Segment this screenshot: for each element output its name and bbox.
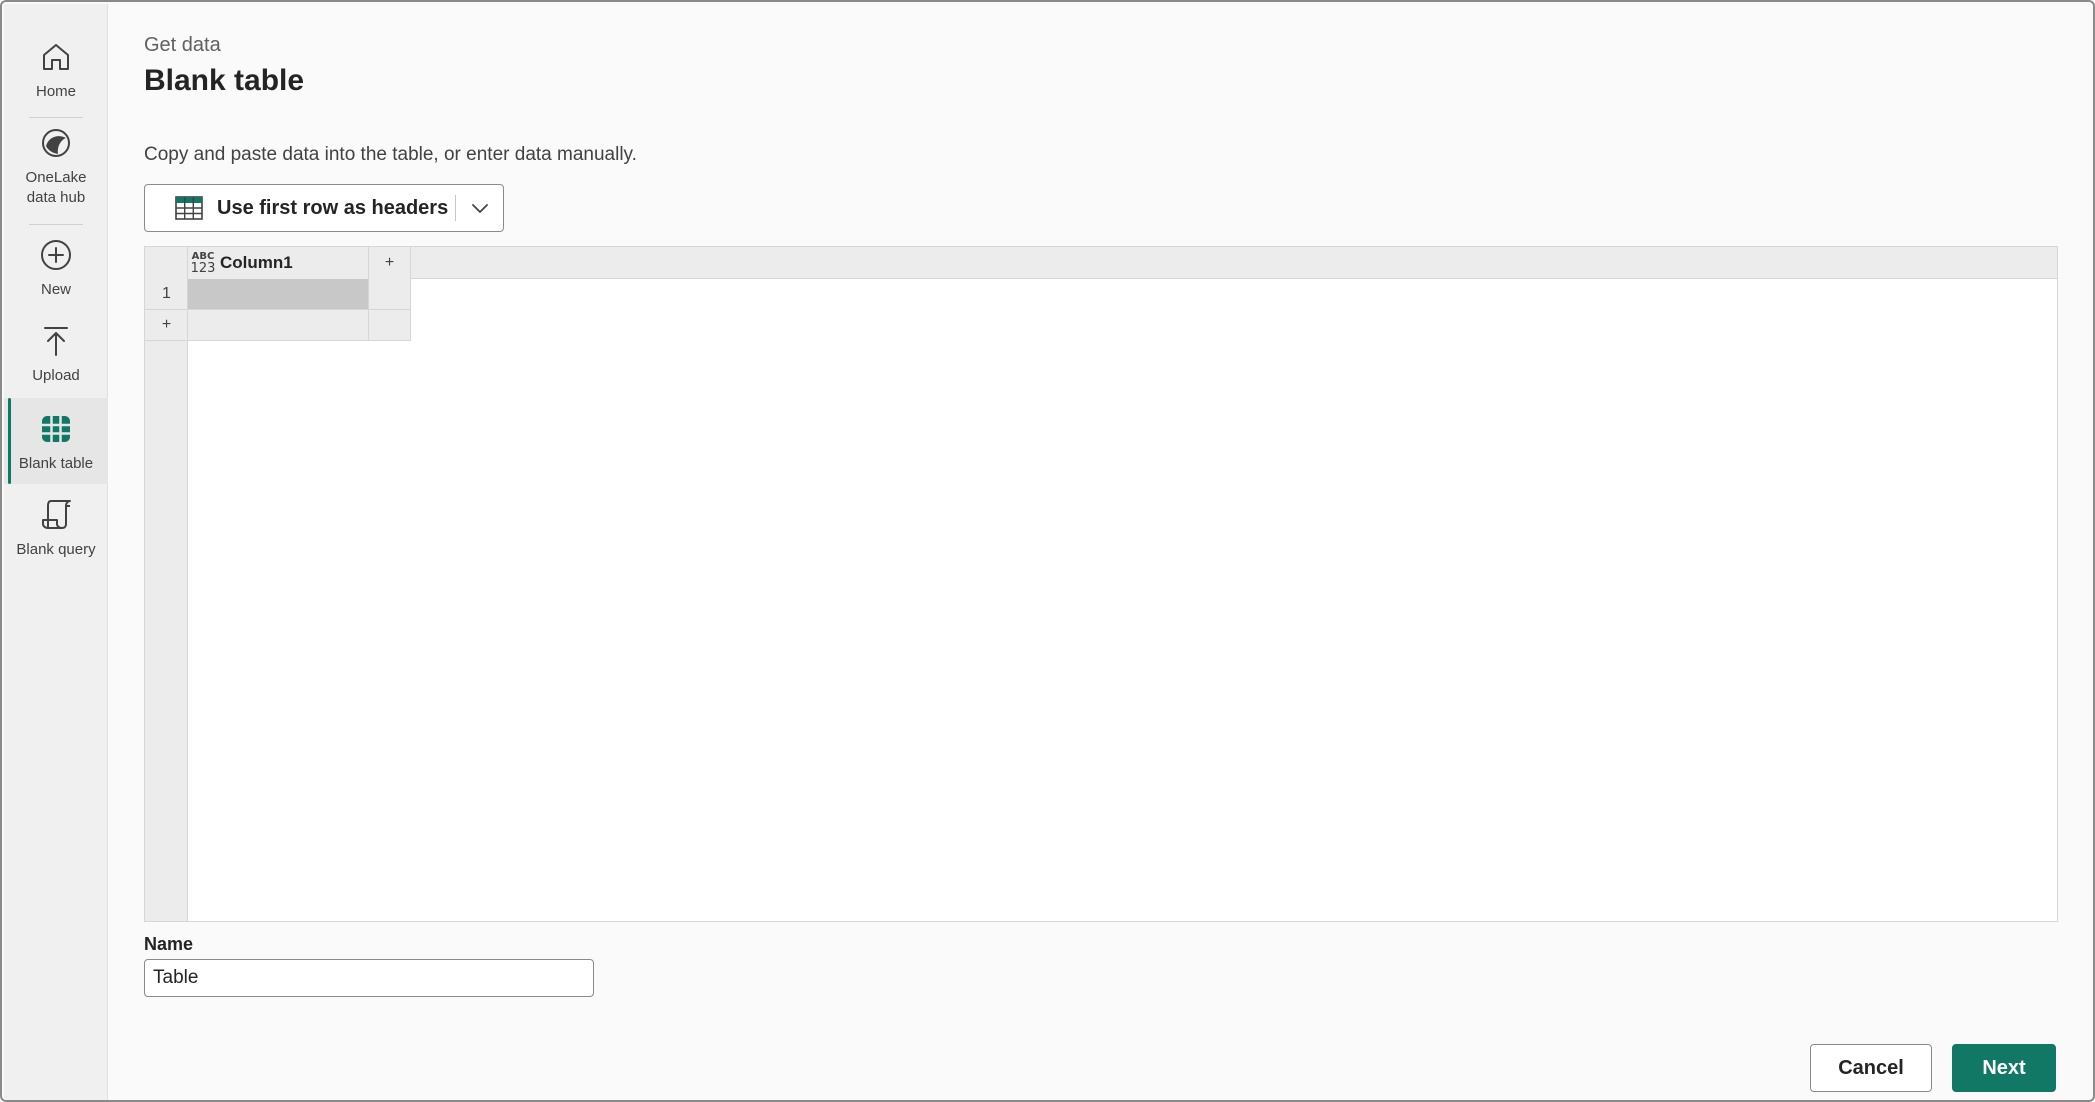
sidebar-item-label: Upload [32,367,80,384]
sidebar-item-onelake[interactable]: OneLake data hub [4,126,108,218]
sidebar-item-label: Blank table [18,455,94,472]
headers-split-button: Use first row as headers [144,184,504,232]
cancel-button[interactable]: Cancel [1810,1044,1932,1092]
sidebar-item-home[interactable]: Home [4,40,108,112]
column-header[interactable]: ABC 123 Column1 [188,247,369,279]
add-row-button[interactable]: + [145,310,188,341]
breadcrumb: Get data [144,34,221,56]
sidebar: Home OneLake data hub New Upload Blank t… [4,4,108,1100]
sidebar-item-new[interactable]: New [4,238,108,310]
sidebar-item-label: Blank query [16,541,96,558]
instructions-text: Copy and paste data into the table, or e… [144,144,637,165]
headers-button-label: Use first row as headers [217,196,449,219]
dialog-window: Home OneLake data hub New Upload Blank t… [0,0,2095,1102]
name-label: Name [144,934,194,954]
sidebar-item-label: New [40,281,71,298]
chevron-down-icon [471,204,488,213]
sidebar-item-blank-table[interactable]: Blank table [4,398,108,484]
type-any-icon[interactable]: ABC 123 [190,251,216,275]
next-button[interactable]: Next [1952,1044,2056,1092]
row-number: 1 [145,279,188,310]
grid-header-bar [145,247,2057,279]
sidebar-divider [29,224,83,225]
home-icon [43,44,69,70]
add-column-button[interactable]: + [369,247,411,279]
table-grid-icon [175,196,203,220]
upload-icon [44,327,68,356]
column-name: Column1 [220,253,293,272]
page-title: Blank table [144,64,305,97]
sidebar-divider [29,117,83,118]
headers-dropdown-button[interactable] [456,185,503,231]
sidebar-item-label: OneLake data hub [25,169,87,206]
use-first-row-as-headers-button[interactable]: Use first row as headers [145,185,455,231]
main-content: Get data Blank table Copy and paste data… [108,4,2091,1098]
sidebar-item-label: Home [35,83,76,100]
script-icon [42,500,71,529]
row-gutter [145,247,188,921]
empty-cell [369,279,411,310]
name-input[interactable] [144,959,594,997]
onelake-icon [42,129,70,157]
table-icon [42,416,70,442]
new-row-cell[interactable] [188,310,369,341]
data-grid: ABC 123 Column1 + 1 + [144,246,2058,922]
table-cell[interactable] [188,279,369,310]
plus-circle-icon [41,240,71,270]
sidebar-item-upload[interactable]: Upload [4,324,108,396]
sidebar-item-blank-query[interactable]: Blank query [4,498,108,570]
empty-cell [369,310,411,341]
type-icon-bottom: 123 [190,261,216,276]
